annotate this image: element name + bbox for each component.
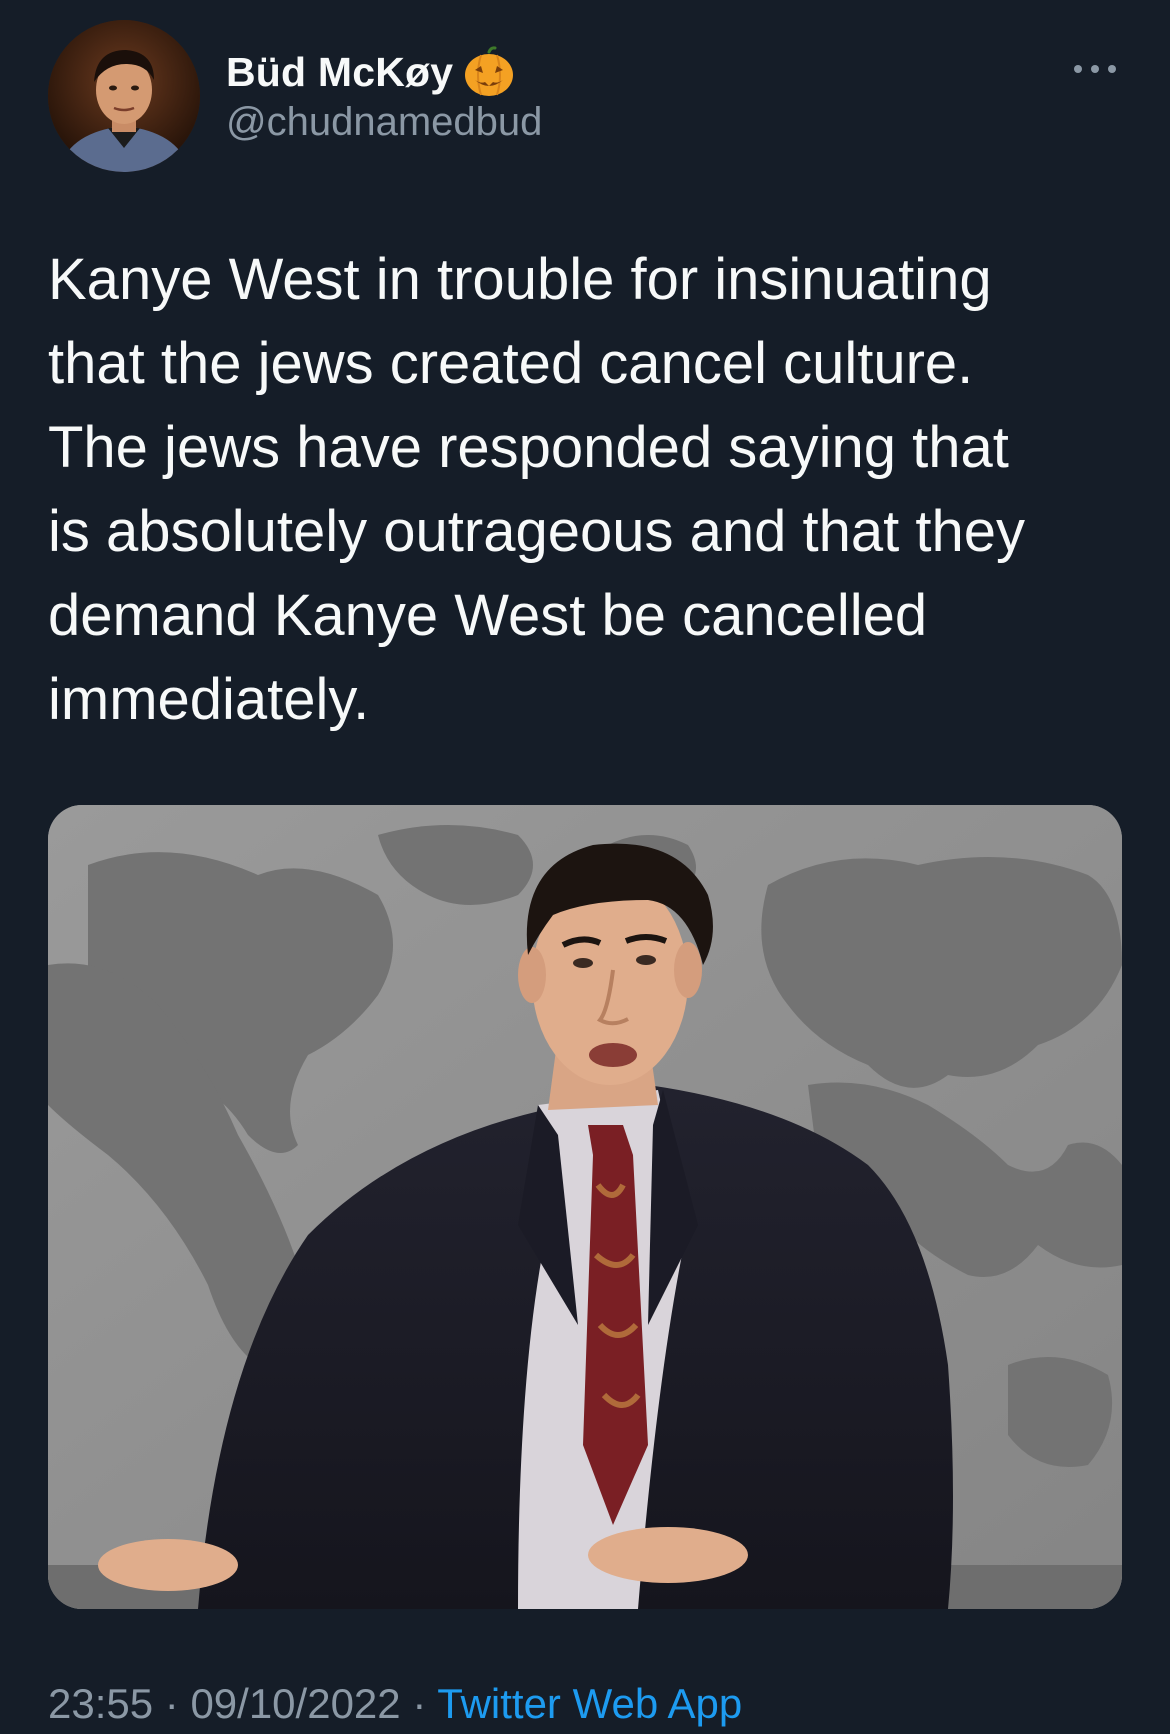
tweet-date[interactable]: 09/10/2022 [190,1680,400,1727]
tweet-container: Büd McKøy @chudnamedbud Kanye West in tr… [0,0,1170,1734]
media-photo [48,805,1122,1609]
tweet-meta: 23:55 · 09/10/2022 · Twitter Web App [48,1680,742,1728]
more-horizontal-icon[interactable] [1072,56,1118,82]
author-name-row[interactable]: Büd McKøy [226,44,517,100]
tweet-time[interactable]: 23:55 [48,1680,153,1727]
author-display-name[interactable]: Büd McKøy [226,49,453,96]
tweet-text: Kanye West in trouble for insinuating th… [48,247,1025,732]
author-handle[interactable]: @chudnamedbud [226,100,542,145]
meta-separator: · [400,1680,438,1727]
tweet-source-link[interactable]: Twitter Web App [437,1680,742,1727]
pumpkin-icon [465,46,514,96]
meta-separator: · [153,1680,191,1727]
avatar-image [48,20,200,172]
tweet-media-image[interactable] [48,805,1122,1609]
avatar[interactable] [48,20,200,172]
